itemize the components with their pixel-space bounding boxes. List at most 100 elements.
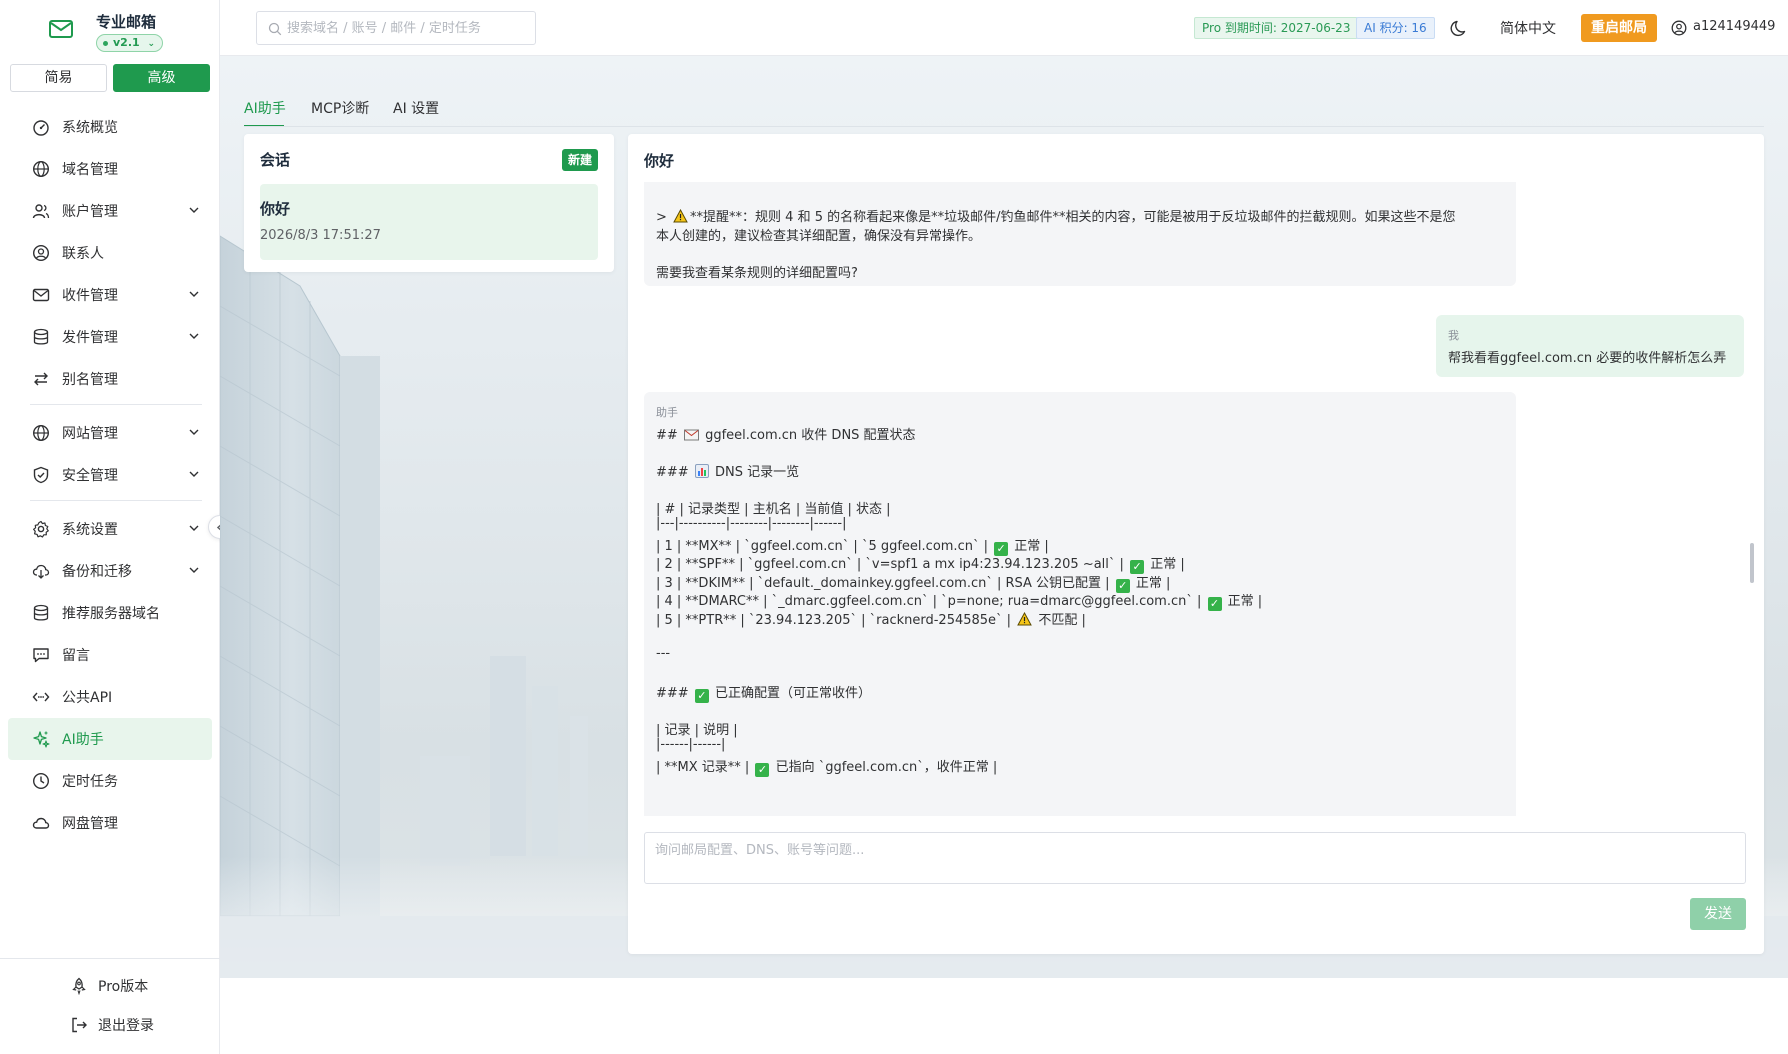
message-heading: DNS 记录一览 — [714, 465, 800, 480]
sidebar-item-backup[interactable]: 备份和迁移 — [8, 550, 212, 592]
message-line: 需要我查看某条规则的详细配置吗? — [656, 266, 858, 281]
message-line: ### DNS 记录一览 — [656, 464, 800, 480]
globe-icon — [32, 424, 50, 442]
chevron-down-icon — [189, 291, 199, 297]
version-badge[interactable]: v2.1 ⌄ — [96, 34, 164, 52]
warning-icon — [673, 209, 688, 223]
mode-simple-button[interactable]: 简易 — [10, 64, 107, 92]
sidebar-item-websites[interactable]: 网站管理 — [8, 412, 212, 454]
sidebar-item-label: 系统设置 — [62, 522, 118, 538]
sidebar-item-aliases[interactable]: 别名管理 — [8, 358, 212, 400]
sidebar-item-label: 别名管理 — [62, 372, 118, 388]
sidebar-item-security[interactable]: 安全管理 — [8, 454, 212, 496]
new-session-button[interactable]: 新建 — [562, 149, 598, 171]
swap-arrows-icon — [34, 372, 48, 386]
sidebar-item-messages[interactable]: 留言 — [8, 634, 212, 676]
chat-messages[interactable]: > **提醒**：规则 4 和 5 的名称看起来像是**垃圾邮件/钓鱼邮件**相… — [628, 182, 1764, 816]
sidebar-item-settings[interactable]: 系统设置 — [8, 508, 212, 550]
mode-switch: 简易 高级 — [10, 64, 210, 92]
sidebar-item-label: 网站管理 — [62, 426, 118, 442]
sidebar-divider — [0, 958, 220, 959]
globe-icon — [32, 160, 50, 178]
chevron-down-icon — [189, 333, 199, 339]
restart-server-button[interactable]: 重启邮局 — [1581, 14, 1657, 42]
sessions-panel: 会话 新建 你好 2026/8/3 17:51:27 — [244, 134, 614, 272]
chat-composer — [644, 832, 1746, 884]
sidebar-item-label: 发件管理 — [62, 330, 118, 346]
sidebar-item-domains[interactable]: 域名管理 — [8, 148, 212, 190]
message-line: > **提醒**：规则 4 和 5 的名称看起来像是**垃圾邮件/钓鱼邮件**相… — [656, 209, 1456, 225]
sidebar-item-label: 账户管理 — [62, 204, 118, 220]
sidebar-item-label: 网盘管理 — [62, 816, 118, 832]
sidebar-item-scheduled-tasks[interactable]: 定时任务 — [8, 760, 212, 802]
sidebar: 专业邮箱 v2.1 ⌄ 简易 高级 系统概览 域名管理 账户管理 联系人 收件管… — [0, 0, 220, 1054]
cloud-download-icon — [32, 564, 50, 579]
shield-check-icon — [33, 466, 49, 484]
rocket-icon — [72, 977, 86, 995]
sidebar-item-label: 域名管理 — [62, 162, 118, 178]
user-message: 我 帮我看看ggfeel.com.cn 必要的收件解析怎么弄 — [1436, 315, 1744, 377]
chat-bubble-icon — [33, 648, 49, 663]
logout-label: 退出登录 — [98, 1018, 154, 1034]
gear-icon — [33, 520, 49, 538]
message-heading: 已正确配置（可正常收件） — [714, 686, 871, 701]
user-avatar-icon — [1671, 20, 1687, 36]
message-line: --- — [656, 646, 671, 661]
mode-advanced-button[interactable]: 高级 — [113, 64, 210, 92]
logout-icon — [72, 1017, 87, 1033]
session-time: 2026/8/3 17:51:27 — [260, 228, 381, 243]
tabs: AI助手 MCP诊断 AI 设置 — [244, 84, 1244, 128]
sidebar-item-label: 公共API — [62, 690, 113, 706]
sidebar-item-label: AI助手 — [62, 732, 104, 748]
chart-emoji-icon — [694, 464, 709, 478]
language-selector[interactable]: 简体中文 — [1500, 18, 1556, 38]
chat-scrollbar[interactable] — [1750, 543, 1754, 583]
clock-icon — [32, 772, 50, 790]
sidebar-item-inbox[interactable]: 收件管理 — [8, 274, 212, 316]
sidebar-item-label: 推荐服务器域名 — [62, 606, 160, 622]
dns-record-row: | 2 | **SPF** | `ggfeel.com.cn` | `v=spf… — [656, 557, 1185, 574]
send-button[interactable]: 发送 — [1690, 898, 1746, 930]
sparkle-icon — [33, 731, 50, 748]
sidebar-item-accounts[interactable]: 账户管理 — [8, 190, 212, 232]
footer-area — [220, 978, 1788, 1054]
sidebar-item-public-api[interactable]: 公共API — [8, 676, 212, 718]
tab-ai-settings[interactable]: AI 设置 — [393, 98, 439, 118]
check-emoji-icon: ✓ — [694, 689, 709, 703]
sidebar-item-cloud-drive[interactable]: 网盘管理 — [8, 802, 212, 844]
message-line: 本人创建的，建议检查其详细配置，确保没有异常操作。 — [656, 229, 982, 244]
search-input[interactable] — [287, 17, 527, 39]
check-emoji-icon: ✓ — [1207, 597, 1222, 611]
database-icon — [33, 604, 49, 621]
inbox-mail-icon — [32, 288, 50, 302]
sidebar-item-outbox[interactable]: 发件管理 — [8, 316, 212, 358]
tab-ai-assistant[interactable]: AI助手 — [244, 98, 286, 118]
chat-input[interactable] — [655, 839, 1735, 877]
database-icon — [33, 328, 49, 345]
sidebar-item-label: 收件管理 — [62, 288, 118, 304]
chat-panel: 你好 > **提醒**：规则 4 和 5 的名称看起来像是**垃圾邮件/钓鱼邮件… — [628, 134, 1764, 954]
sidebar-item-recommended-domains[interactable]: 推荐服务器域名 — [8, 592, 212, 634]
contact-icon — [32, 244, 50, 262]
sidebar-item-label: 留言 — [62, 648, 90, 664]
message-line: | **MX 记录** | ✓ 已指向 `ggfeel.com.cn`，收件正常… — [656, 760, 998, 777]
message-heading: ggfeel.com.cn 收件 DNS 配置状态 — [705, 428, 916, 443]
chevron-down-icon — [189, 471, 199, 477]
session-list-item[interactable]: 你好 2026/8/3 17:51:27 — [260, 184, 598, 260]
chevron-down-icon — [189, 525, 199, 531]
message-text: **提醒**：规则 4 和 5 的名称看起来像是**垃圾邮件/钓鱼邮件**相关的… — [690, 210, 1456, 225]
message-line: ## ggfeel.com.cn 收件 DNS 配置状态 — [656, 428, 916, 443]
message-role: 助手 — [656, 406, 678, 419]
assistant-message: > **提醒**：规则 4 和 5 的名称看起来像是**垃圾邮件/钓鱼邮件**相… — [644, 182, 1516, 286]
sidebar-item-overview[interactable]: 系统概览 — [8, 106, 212, 148]
check-emoji-icon: ✓ — [755, 763, 770, 777]
pro-expiry-badge: Pro 到期时间: 2027-06-23 — [1194, 17, 1359, 39]
tabs-divider — [244, 126, 1764, 127]
message-line: ### ✓ 已正确配置（可正常收件） — [656, 686, 871, 703]
mail-logo-icon — [49, 20, 73, 38]
sidebar-item-contacts[interactable]: 联系人 — [8, 232, 212, 274]
cloud-icon — [32, 817, 50, 829]
sidebar-item-ai-assistant[interactable]: AI助手 — [8, 718, 212, 760]
tab-mcp-diagnostics[interactable]: MCP诊断 — [311, 98, 369, 118]
dark-mode-moon-icon[interactable] — [1450, 18, 1470, 38]
